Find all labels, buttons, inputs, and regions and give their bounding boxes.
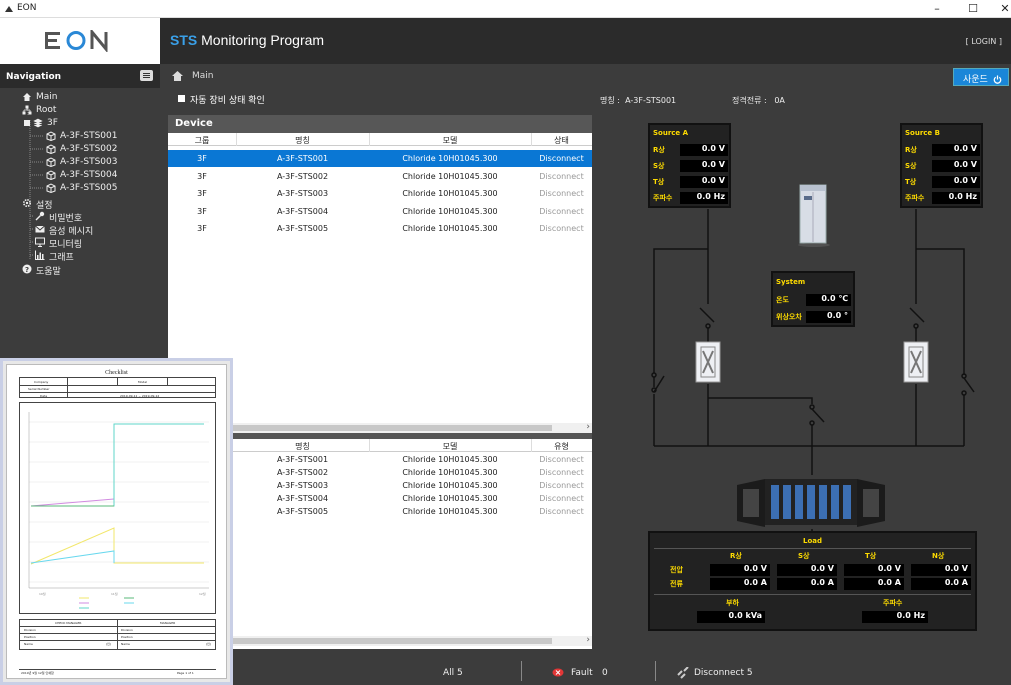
nav-item-voice-message[interactable]: 음성 메시지	[0, 224, 160, 237]
nav-item-sts005[interactable]: A-3F-STS005	[0, 183, 160, 196]
table-row[interactable]: 3F A-3F-STS004 Chloride 10H01045.300 Discon…	[168, 203, 592, 220]
home-icon	[23, 93, 31, 101]
scroll-right-icon: ›	[586, 635, 590, 645]
breadcrumb-bar: Main 사운드	[160, 64, 1011, 88]
source-a-title: Source A	[653, 129, 689, 137]
status-bar: All 5 Fault 0 Disconnect 5	[160, 657, 1011, 685]
sts-diagram: Source A R상 0.0 V S상 0.0 V T상 0.0 V 주파수 0.0 …	[598, 112, 1011, 657]
checklist-chart: 10월 11월 12월	[19, 402, 216, 614]
layers-icon	[33, 118, 43, 128]
device-icon	[46, 131, 56, 141]
checklist-thumbnail[interactable]: Checklist Company Model Serial Number Da…	[0, 358, 233, 685]
minimize-button[interactable]: –	[922, 0, 952, 18]
load-rack-image	[737, 479, 885, 527]
checklist-footer-right: Page 1 of 1	[177, 671, 194, 675]
collapse-icon[interactable]	[24, 120, 30, 126]
svg-text:12월: 12월	[199, 591, 206, 596]
home-icon[interactable]	[171, 70, 184, 82]
nav-item-settings[interactable]: 설정	[0, 198, 160, 211]
device-icon	[46, 183, 56, 193]
app-title: STS Monitoring Program	[170, 32, 325, 48]
sub-toolbar: 자동 장비 상태 확인 명칭 : A-3F-STS001 정격전류 : 0A	[160, 88, 1011, 112]
nav-item-root[interactable]: Root	[0, 105, 160, 118]
svg-text:?: ?	[25, 266, 29, 274]
device-table-header: 그룹 명칭 모델 상태	[168, 133, 592, 146]
nav-item-password[interactable]: 비밀번호	[0, 211, 160, 224]
table-row[interactable]: 3F A-3F-STS005 Chloride 10H01045.300 Discon…	[168, 220, 592, 237]
sound-label: 사운드	[963, 75, 988, 85]
status-fault-count: 0	[602, 668, 608, 678]
login-link[interactable]: [ LOGIN ]	[966, 37, 1002, 46]
nav-item-sts002[interactable]: A-3F-STS002	[0, 144, 160, 157]
org-icon	[22, 105, 32, 115]
device-name-info: 명칭 : A-3F-STS001	[600, 96, 677, 105]
nav-heading: Navigation	[0, 64, 160, 88]
checklist-sign-table: CHECK MANAGER MANAGER Division Position …	[19, 619, 216, 650]
checklist-title: Checklist	[105, 370, 128, 376]
scroll-right-icon: ›	[586, 422, 590, 432]
scr-switch-a-icon	[695, 341, 721, 383]
table-row[interactable]: 3F A-3F-STS001 Chloride 10H01045.300 Discon…	[168, 150, 592, 167]
source-b-panel: Source B R상 0.0 V S상 0.0 V T상 0.0 V 주파수 0.0 …	[900, 123, 983, 208]
nav-item-main[interactable]: Main	[0, 92, 160, 105]
source-a-panel: Source A R상 0.0 V S상 0.0 V T상 0.0 V 주파수 0.0 …	[648, 123, 731, 208]
sound-button[interactable]: 사운드	[953, 68, 1009, 86]
status-fault-label: Fault	[571, 668, 593, 678]
device-heading: Device	[168, 115, 592, 133]
svg-text:10월: 10월	[39, 591, 46, 596]
table-row[interactable]: 3F A-3F-STS003 Chloride 10H01045.300 Discon…	[168, 185, 592, 202]
system-title: System	[776, 278, 806, 286]
nav-item-sts003[interactable]: A-3F-STS003	[0, 157, 160, 170]
nav-item-graph[interactable]: 그래프	[0, 250, 160, 263]
status-all: All 5	[443, 668, 463, 678]
nav-menu-icon[interactable]	[140, 70, 153, 81]
nav-item-sts004[interactable]: A-3F-STS004	[0, 170, 160, 183]
scr-switch-b-icon	[903, 341, 929, 383]
checklist-info-table: Company Model Serial Number Date 2019-09…	[19, 377, 216, 398]
breadcrumb[interactable]: Main	[192, 71, 214, 81]
load-title: Load	[802, 537, 822, 545]
load-panel: Load R상 S상 T상 N상 전압 전류 0.0 V 0.0 V 0.0 V…	[648, 531, 977, 631]
close-button[interactable]: ✕	[990, 0, 1011, 18]
power-icon	[993, 75, 1002, 84]
nav-item-3f[interactable]: 3F	[0, 118, 160, 131]
mail-icon	[35, 225, 45, 233]
help-icon: ?	[22, 264, 32, 274]
source-b-title: Source B	[905, 129, 940, 137]
sts-cabinet-image	[798, 184, 830, 247]
auto-check-checkbox[interactable]	[178, 95, 185, 102]
maximize-button[interactable]: ☐	[958, 0, 988, 18]
app-header: STS Monitoring Program [ LOGIN ]	[160, 18, 1011, 64]
eon-logo	[45, 30, 108, 52]
device-icon	[46, 144, 56, 154]
table-row[interactable]: 3F A-3F-STS002 Chloride 10H01045.300 Discon…	[168, 168, 592, 185]
device-icon	[46, 157, 56, 167]
rated-current-info: 정격전류 : 0A	[732, 96, 785, 105]
checklist-footer-left: 2019년 9월 12일 인쇄함	[21, 671, 54, 675]
nav-item-help[interactable]: ? 도움말	[0, 264, 160, 277]
chart-icon	[35, 250, 45, 260]
device-icon	[46, 170, 56, 180]
app-icon	[5, 6, 13, 12]
monitor-icon	[35, 237, 45, 247]
window-titlebar: EON – ☐ ✕	[0, 0, 1011, 18]
disconnect-icon	[677, 667, 689, 679]
status-disconnect: Disconnect 5	[694, 668, 753, 678]
logo-area	[0, 18, 160, 64]
key-icon	[35, 211, 45, 221]
nav-item-sts001[interactable]: A-3F-STS001	[0, 131, 160, 144]
gear-icon	[22, 198, 32, 208]
system-panel: System 온도 0.0 ℃ 위상오차 0.0 °	[771, 271, 855, 327]
auto-check-label: 자동 장비 상태 확인	[190, 96, 265, 106]
fault-icon	[552, 668, 564, 677]
svg-text:11월: 11월	[111, 591, 118, 596]
nav-item-monitoring[interactable]: 모니터링	[0, 237, 160, 250]
checklist-page: Checklist Company Model Serial Number Da…	[6, 364, 227, 679]
window-title: EON	[17, 3, 37, 13]
